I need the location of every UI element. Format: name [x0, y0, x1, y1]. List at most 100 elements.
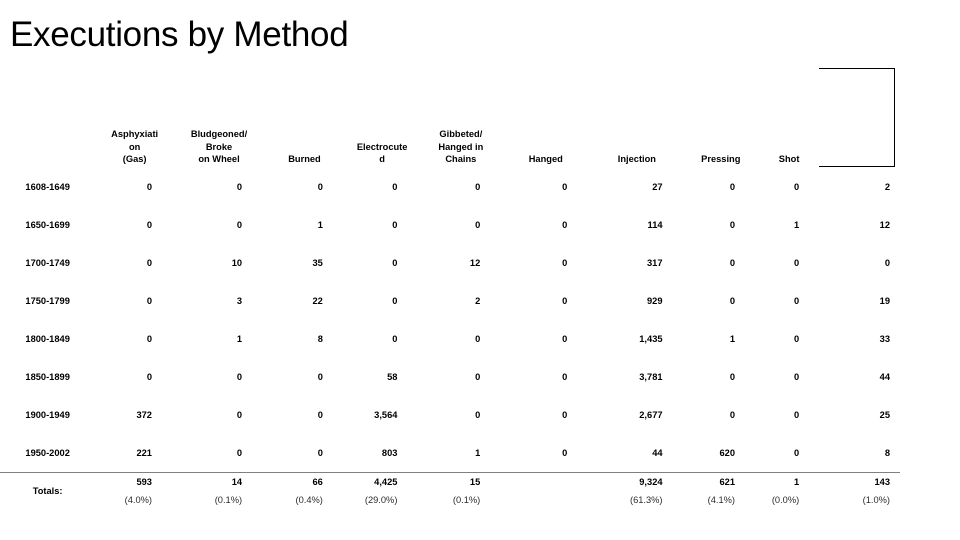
cell-hanged: 0	[562, 258, 568, 268]
cell-hanged: 0	[562, 410, 568, 420]
row-label: 1650-1699	[25, 220, 70, 230]
cell-unlabeled: 8	[884, 448, 890, 458]
header-line: Hanged in	[438, 141, 484, 152]
header-line: Asphyxiati	[111, 129, 159, 140]
column-header-asphyxiation-gas: Asphyxiati on (Gas)	[95, 104, 174, 168]
total-shot: 1	[794, 477, 800, 487]
cell-bludgeoned: 1	[236, 334, 243, 344]
cell-shot: 0	[794, 448, 800, 458]
cell-pressing: 0	[729, 220, 736, 230]
cell-unlabeled: 12	[879, 220, 890, 230]
cell-unlabeled: 33	[879, 334, 890, 344]
percent-hanged	[502, 487, 589, 505]
cell-injection: 317	[647, 258, 663, 268]
totals-row: Totals: 593 14 66 4,425 15 9,324 621 1 1…	[0, 473, 900, 496]
slide-canvas: Executions by Method Asphyxiati on (Gas)	[0, 0, 960, 540]
cell-gibbeted: 0	[475, 372, 481, 382]
cell-unlabeled: 25	[879, 410, 890, 420]
header-line: on	[128, 141, 141, 152]
cell-electrocuted: 0	[392, 296, 398, 306]
cell-unlabeled: 2	[884, 182, 890, 192]
column-header-electrocuted: Electrocute d	[345, 104, 420, 168]
cell-bludgeoned: 0	[236, 220, 243, 230]
row-label: 1750-1799	[25, 296, 70, 306]
cell-injection: 929	[647, 296, 663, 306]
cell-pressing: 620	[719, 448, 736, 458]
cell-gibbeted: 0	[475, 410, 481, 420]
cell-asphyxiation-gas: 0	[146, 220, 152, 230]
row-label: 1700-1749	[25, 258, 70, 268]
cell-gibbeted: 2	[475, 296, 481, 306]
cell-electrocuted: 0	[392, 334, 398, 344]
cell-pressing: 0	[729, 258, 736, 268]
total-pressing: 621	[719, 477, 736, 487]
cell-unlabeled: 0	[884, 258, 890, 268]
table-row: 1950-2002 221 0 0 803 1 0 44 620 0 8	[0, 434, 900, 472]
cell-injection: 3,781	[639, 372, 663, 382]
cell-asphyxiation-gas: 0	[146, 258, 152, 268]
header-line: on Wheel	[198, 154, 240, 165]
percent-bludgeoned: (0.1%)	[214, 495, 243, 505]
cell-electrocuted: 58	[387, 372, 398, 382]
cell-hanged: 0	[562, 334, 568, 344]
cell-burned: 8	[317, 334, 323, 344]
totals-percent-row: (4.0%) (0.1%) (0.4%) (29.0%) (0.1%) (61.…	[0, 487, 900, 505]
cell-injection: 2,677	[639, 410, 663, 420]
header-line: Burned	[288, 154, 321, 165]
header-line: Electrocute	[356, 141, 408, 152]
cell-hanged: 0	[562, 448, 568, 458]
percent-burned: (0.4%)	[295, 495, 323, 505]
table-row: 1650-1699 0 0 1 0 0 0 114 0 1 12	[0, 206, 900, 244]
cell-gibbeted: 0	[475, 182, 481, 192]
percent-shot: (0.0%)	[771, 495, 800, 505]
column-header-unlabeled	[821, 104, 900, 168]
cell-gibbeted: 0	[475, 334, 481, 344]
cell-electrocuted: 0	[392, 182, 398, 192]
total-unlabeled: 143	[874, 477, 890, 487]
cell-shot: 0	[794, 334, 800, 344]
total-electrocuted: 4,425	[374, 477, 398, 487]
cell-injection: 27	[652, 182, 663, 192]
cell-pressing: 0	[729, 410, 736, 420]
row-label: 1608-1649	[25, 182, 70, 192]
cell-asphyxiation-gas: 221	[136, 448, 152, 458]
percent-injection: (61.3%)	[629, 495, 663, 505]
cell-bludgeoned: 0	[236, 372, 243, 382]
cell-pressing: 1	[729, 334, 736, 344]
row-label: 1800-1849	[25, 334, 70, 344]
header-line: Broke	[205, 141, 233, 152]
column-header-shot: Shot	[757, 104, 821, 168]
table-row: 1850-1899 0 0 0 58 0 0 3,781 0 0 44	[0, 358, 900, 396]
cell-burned: 35	[312, 258, 323, 268]
cell-gibbeted: 1	[475, 448, 481, 458]
percent-gibbeted: (0.1%)	[452, 495, 481, 505]
header-line: Bludgeoned/	[190, 129, 248, 140]
cell-bludgeoned: 0	[236, 410, 243, 420]
column-header-hanged: Hanged	[502, 104, 589, 168]
percent-electrocuted: (29.0%)	[364, 495, 398, 505]
header-line: Pressing	[701, 154, 741, 165]
cell-asphyxiation-gas: 0	[146, 372, 152, 382]
table-row: 1750-1799 0 3 22 0 2 0 929 0 0 19	[0, 282, 900, 320]
cell-hanged: 0	[562, 296, 568, 306]
cell-burned: 1	[317, 220, 323, 230]
total-bludgeoned: 14	[231, 477, 243, 487]
table-row: 1700-1749 0 10 35 0 12 0 317 0 0 0	[0, 244, 900, 282]
cell-injection: 44	[652, 448, 663, 458]
total-hanged	[502, 473, 589, 487]
page-title: Executions by Method	[10, 15, 349, 54]
cell-pressing: 0	[729, 182, 736, 192]
header-line: (Gas)	[122, 154, 147, 165]
percent-pressing: (4.1%)	[707, 495, 736, 505]
table-row: 1608-1649 0 0 0 0 0 0 27 0 0 2	[0, 168, 900, 206]
column-header-burned: Burned	[264, 104, 345, 168]
cell-bludgeoned: 0	[236, 182, 243, 192]
executions-table-container: Asphyxiati on (Gas) Bludgeoned/ Broke on…	[0, 104, 960, 505]
table-row: 1800-1849 0 1 8 0 0 0 1,435 1 0 33	[0, 320, 900, 358]
header-line: Shot	[778, 154, 800, 165]
cell-burned: 0	[317, 372, 323, 382]
row-label: 1850-1899	[25, 372, 70, 382]
column-header-injection: Injection	[589, 104, 684, 168]
cell-asphyxiation-gas: 372	[136, 410, 152, 420]
cell-gibbeted: 12	[469, 258, 481, 268]
